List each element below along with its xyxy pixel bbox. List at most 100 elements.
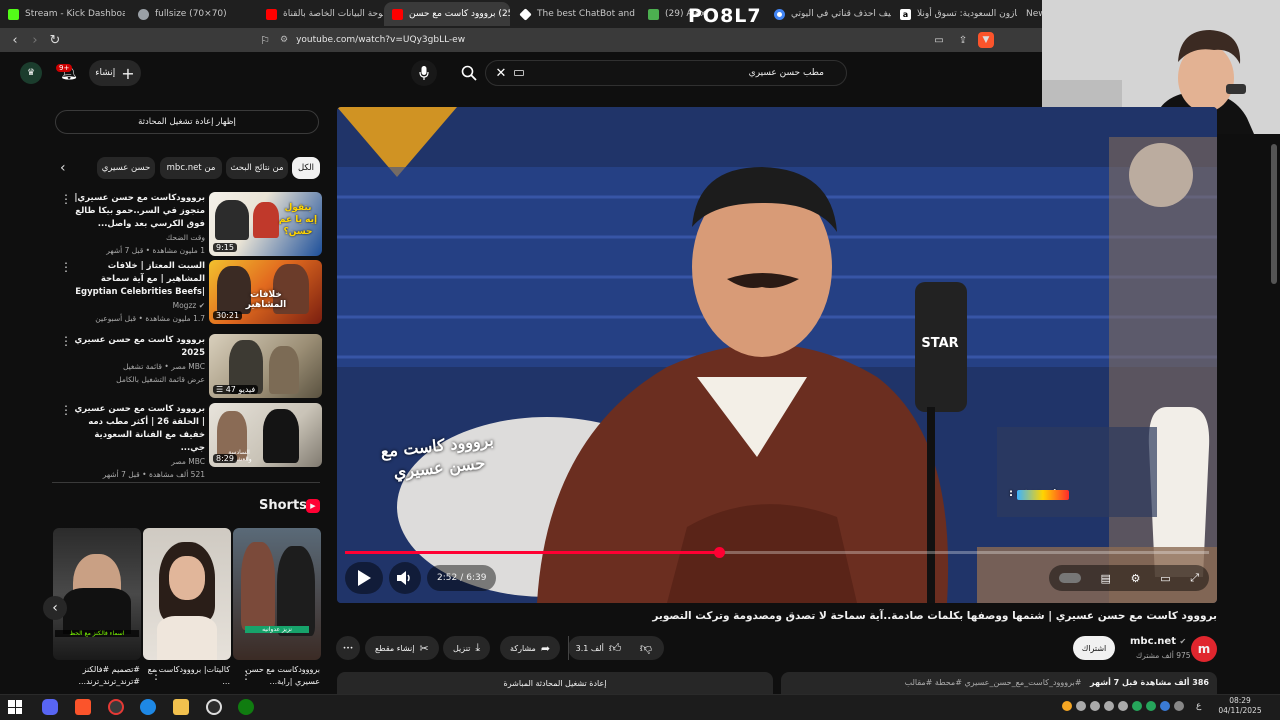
- search-input[interactable]: مطب حسن عسيري: [485, 60, 847, 86]
- app-icon[interactable]: [140, 699, 156, 715]
- browser-tab[interactable]: a أمازون السعودية: تسوق أونلا: [892, 2, 1017, 26]
- speaker-icon[interactable]: [1090, 701, 1100, 711]
- video-thumbnail[interactable]: بتقول إيه يا عم حسن؟ 9:15: [209, 192, 322, 256]
- chips-scroll-left-icon[interactable]: ‹: [60, 160, 66, 176]
- browser-tab[interactable]: كيف احذف قناتي في اليوتي: [766, 2, 891, 26]
- shorts-scroll-left-icon[interactable]: ‹: [43, 596, 67, 620]
- channel-avatar[interactable]: m: [1191, 636, 1217, 662]
- create-button[interactable]: إنشاء +: [89, 60, 141, 86]
- description-tags[interactable]: #برووود_كاست_مع_حسن_عسيري #محطة #مقالب: [905, 678, 1082, 687]
- more-actions-button[interactable]: •••: [336, 636, 360, 660]
- clock[interactable]: 08:29 04/11/2025: [1212, 696, 1268, 716]
- keyboard-icon[interactable]: [514, 70, 524, 76]
- channel-name[interactable]: وقت الضحك: [70, 231, 205, 244]
- settings-icon[interactable]: [206, 699, 222, 715]
- progress-track[interactable]: [345, 547, 1209, 558]
- obs-icon[interactable]: [108, 699, 124, 715]
- download-button[interactable]: تنزيل ⤓: [443, 636, 491, 660]
- channel-name[interactable]: Mogzz: [173, 301, 197, 310]
- more-options-icon[interactable]: ⋮: [60, 260, 72, 274]
- recommended-video[interactable]: السادسة والعشرون 8:29 برووود كاست مع حسن…: [60, 403, 322, 479]
- clip-button[interactable]: إنشاء مقطع ✂: [365, 636, 439, 660]
- share-button[interactable]: مشاركة ➦: [500, 636, 561, 660]
- tray-icon[interactable]: [1146, 701, 1156, 711]
- channel-name[interactable]: MBC مصر • قائمة تشغيل: [70, 360, 205, 373]
- forward-icon[interactable]: ›: [26, 31, 44, 49]
- show-chat-replay-button[interactable]: إظهار إعادة تشغيل المحادثة: [55, 110, 319, 134]
- recommended-video[interactable]: بتقول إيه يا عم حسن؟ 9:15 برووودكاست مع …: [60, 192, 322, 256]
- avatar[interactable]: ♛: [20, 62, 42, 84]
- brave-browser-icon[interactable]: [75, 699, 91, 715]
- share-icon[interactable]: ⇪: [954, 31, 972, 49]
- back-icon[interactable]: ‹: [6, 31, 24, 49]
- more-options-icon[interactable]: ⋮: [60, 192, 72, 206]
- theater-mode-icon[interactable]: ▭: [1160, 572, 1170, 585]
- playlist-title[interactable]: برووود كاست مع حسن عسيري 2025: [70, 334, 205, 360]
- channel-name-row[interactable]: mbc.net ✔: [1130, 636, 1186, 647]
- channel-name[interactable]: mbc.net: [1130, 636, 1176, 647]
- url-field[interactable]: ⚙ youtube.com/watch?v=UQy3gbLL-ew: [280, 31, 1000, 49]
- recommended-playlist[interactable]: ☰ 47 فيديو برووود كاست مع حسن عسيري 2025…: [60, 334, 322, 398]
- subscribe-button[interactable]: اشتراك: [1073, 636, 1115, 660]
- subtitles-icon[interactable]: ▤: [1101, 572, 1111, 585]
- search-button[interactable]: [456, 60, 482, 86]
- more-options-icon[interactable]: ⋮: [60, 334, 72, 348]
- volume-button[interactable]: [389, 562, 421, 594]
- short-thumbnail[interactable]: نزيز عدوانيه: [233, 528, 321, 660]
- xbox-icon[interactable]: [238, 699, 254, 715]
- chip-all[interactable]: الكل: [292, 157, 320, 179]
- page-scrollbar[interactable]: [1268, 134, 1280, 694]
- brave-shield-icon[interactable]: ▼: [978, 32, 994, 48]
- microphone-icon[interactable]: [1076, 701, 1086, 711]
- video-title[interactable]: برووود كاست مع حسن عسيري | الحلقة 26 | أ…: [70, 403, 205, 455]
- video-title[interactable]: السبت المعتاز | خلافات المشاهير | مع آية…: [70, 260, 205, 299]
- more-options-icon[interactable]: ⋮: [60, 403, 72, 417]
- short-title[interactable]: #تصميم #فالكنز #ترند_ترند_ترند...: [52, 664, 140, 688]
- recommended-video[interactable]: خلافات المشاهير 30:21 السبت المعتاز | خل…: [60, 260, 322, 324]
- reload-icon[interactable]: ↻: [46, 31, 64, 49]
- short-thumbnail[interactable]: اسماء فالكنز مع الحظ: [53, 528, 141, 660]
- cast-icon[interactable]: ▭: [930, 31, 948, 49]
- short-thumbnail[interactable]: [143, 528, 231, 660]
- browser-tab[interactable]: لوحة البيانات الخاصة بالقناة: [258, 2, 383, 26]
- network-icon[interactable]: [1104, 701, 1114, 711]
- discord-icon[interactable]: [42, 699, 58, 715]
- settings-gear-icon[interactable]: ⚙: [1131, 572, 1141, 585]
- view-full-playlist-link[interactable]: عرض قائمة التشغيل بالكامل: [70, 373, 205, 386]
- chip-hassan-asiri[interactable]: حسن عسيري: [97, 157, 155, 179]
- chip-from-mbc[interactable]: mbc.net من: [160, 157, 222, 179]
- more-options-icon[interactable]: ⋮: [150, 668, 162, 682]
- live-chat-replay-panel[interactable]: إعادة تشغيل المحادثة المباشرة: [337, 672, 773, 694]
- dislike-button[interactable]: 👎︎: [628, 636, 664, 660]
- video-thumbnail[interactable]: السادسة والعشرون 8:29: [209, 403, 322, 467]
- browser-tab-active[interactable]: (25) برووود كاست مع حسن ✕: [384, 2, 510, 26]
- tray-icon[interactable]: [1118, 701, 1128, 711]
- input-language[interactable]: ع: [1196, 701, 1201, 711]
- more-options-icon[interactable]: ⋮: [240, 668, 252, 682]
- browser-tab[interactable]: Stream - Kick Dashboard: [0, 2, 125, 26]
- playlist-thumbnail[interactable]: ☰ 47 فيديو: [209, 334, 322, 398]
- browser-tab[interactable]: fullsize (70×70): [130, 2, 255, 26]
- scrollbar-thumb[interactable]: [1271, 144, 1277, 284]
- video-thumbnail[interactable]: خلافات المشاهير 30:21: [209, 260, 322, 324]
- autoplay-toggle[interactable]: [1058, 573, 1081, 583]
- play-button[interactable]: [345, 562, 383, 594]
- like-button[interactable]: 3.1 ألف 👍︎: [568, 636, 628, 660]
- fullscreen-icon[interactable]: ⤢: [1190, 571, 1199, 585]
- video-title[interactable]: برووودكاست مع حسن عسيري| متجوز في السر..…: [70, 192, 205, 231]
- browser-tab[interactable]: The best ChatBot and Wid: [512, 2, 637, 26]
- tray-icon[interactable]: [1160, 701, 1170, 711]
- video-player[interactable]: STAR برووود كاست مع حسن عسيري مُستخفة : …: [337, 107, 1217, 603]
- bookmark-icon[interactable]: ⚐: [256, 31, 274, 49]
- chip-from-search[interactable]: من نتائج البحث: [226, 157, 288, 179]
- windows-start-icon[interactable]: [8, 700, 22, 714]
- tray-icon[interactable]: [1132, 701, 1142, 711]
- voice-search-icon[interactable]: [411, 60, 437, 86]
- description-box[interactable]: 386 ألف مشاهدة قبل 7 أشهر #برووود_كاست_م…: [781, 672, 1217, 694]
- site-info-icon[interactable]: ⚙: [280, 35, 288, 45]
- tray-icon[interactable]: [1174, 701, 1184, 711]
- file-explorer-icon[interactable]: [173, 699, 189, 715]
- tray-icon[interactable]: [1062, 701, 1072, 711]
- channel-name[interactable]: MBC مصر: [70, 455, 205, 468]
- clear-search-icon[interactable]: ✕: [493, 65, 509, 81]
